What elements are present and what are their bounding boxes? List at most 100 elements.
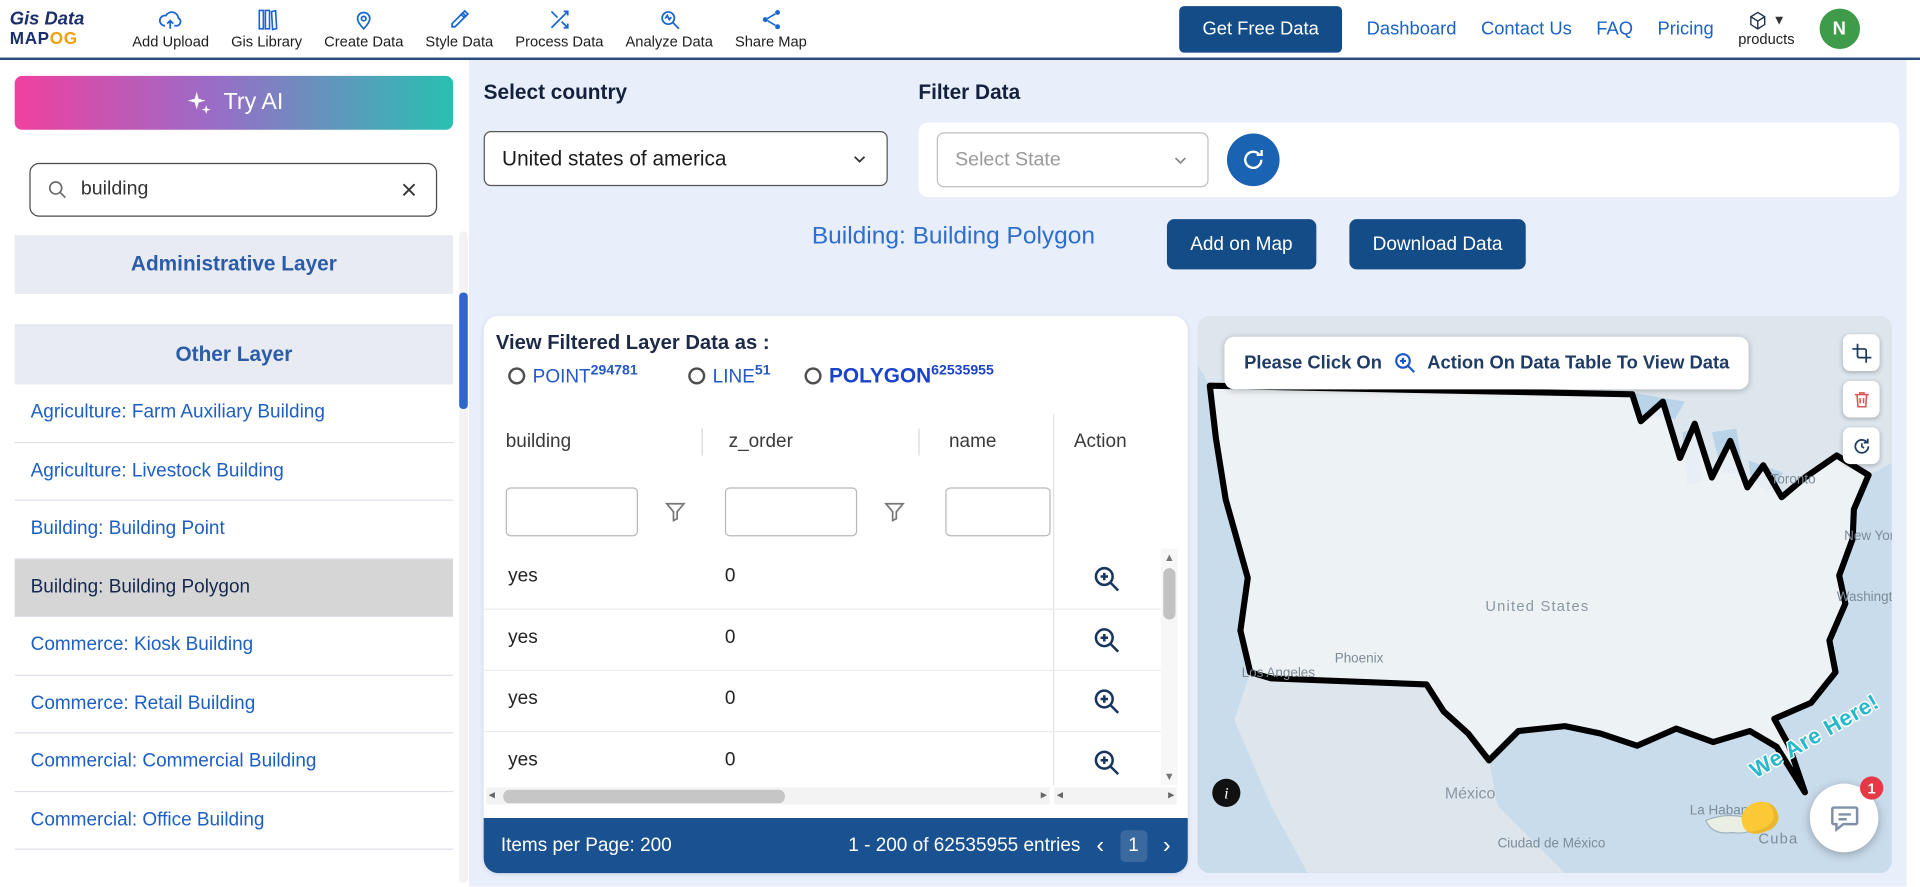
- radio-circle[interactable]: [804, 367, 822, 385]
- prev-page-icon[interactable]: ‹: [1096, 834, 1104, 857]
- download-data-button[interactable]: Download Data: [1349, 219, 1526, 270]
- radio-count: 62535955: [931, 363, 994, 379]
- history-icon: [1853, 438, 1869, 454]
- usa-outline-map: [1197, 315, 1892, 874]
- layer-item-farm-auxiliary[interactable]: Agriculture: Farm Auxiliary Building: [14, 384, 454, 443]
- selected-layer-title: Building: Building Polygon: [811, 222, 1096, 250]
- crop-map-button[interactable]: [1842, 334, 1880, 372]
- column-name: name: [948, 431, 997, 452]
- nav-link-pricing[interactable]: Pricing: [1658, 18, 1714, 39]
- radio-point[interactable]: POINT294781: [508, 364, 638, 389]
- filter-data-label: Filter Data: [918, 80, 1021, 105]
- table-horizontal-scrollbar[interactable]: ◂ ▸: [486, 787, 1050, 805]
- brush-icon: [451, 9, 470, 28]
- map-canvas[interactable]: Toronto United States Phoenix Los Angele…: [1197, 315, 1892, 874]
- refresh-icon: [1244, 149, 1263, 169]
- filter-input-z-order[interactable]: [724, 487, 858, 537]
- table-body: yes 0 yes 0 yes 0 yes 0: [483, 549, 1161, 785]
- nav-link-dashboard[interactable]: Dashboard: [1367, 18, 1457, 39]
- scroll-left-icon[interactable]: ◂: [1057, 787, 1063, 804]
- logo-line1: Gis Data: [9, 8, 85, 30]
- radio-circle[interactable]: [688, 367, 706, 385]
- try-ai-button[interactable]: Try AI: [14, 75, 454, 130]
- map-label-country: United States: [1485, 597, 1590, 615]
- history-button[interactable]: [1842, 427, 1880, 465]
- main-content: Select country United states of america …: [468, 60, 1907, 887]
- filter-input-building[interactable]: [505, 487, 638, 537]
- layer-item-building-point[interactable]: Building: Building Point: [14, 500, 454, 559]
- layer-item-livestock[interactable]: Agriculture: Livestock Building: [14, 442, 454, 501]
- horizontal-scrollbar-thumb[interactable]: [503, 789, 785, 803]
- logo-map: MAP: [9, 28, 50, 48]
- clear-search-icon[interactable]: [398, 179, 420, 201]
- nav-label: Create Data: [324, 33, 404, 51]
- upload-icon: [159, 11, 182, 29]
- scroll-up-icon[interactable]: ▲: [1161, 551, 1178, 563]
- scroll-left-icon[interactable]: ◂: [489, 787, 495, 804]
- layer-item-commercial[interactable]: Commercial: Commercial Building: [14, 733, 454, 792]
- nav-link-contact-us[interactable]: Contact Us: [1481, 18, 1572, 39]
- items-per-page-label: Items per Page: 200: [500, 834, 672, 856]
- cell-building: yes: [508, 626, 538, 648]
- try-ai-label: Try AI: [223, 89, 284, 116]
- zoom-to-feature-icon[interactable]: [1091, 563, 1123, 595]
- layer-sidebar: Try AI Administrative Layer Other Layer …: [0, 60, 469, 887]
- trash-icon: [1854, 391, 1869, 407]
- products-menu[interactable]: ▼ products: [1738, 10, 1795, 48]
- vertical-scrollbar-thumb[interactable]: [1163, 568, 1176, 620]
- layer-item-retail[interactable]: Commerce: Retail Building: [14, 675, 454, 734]
- notice-text-post: Action On Data Table To View Data: [1427, 352, 1730, 374]
- filter-funnel-icon[interactable]: [662, 498, 688, 524]
- products-label: products: [1738, 30, 1795, 48]
- radio-polygon[interactable]: POLYGON62535955: [804, 363, 994, 389]
- delete-layer-button[interactable]: [1842, 380, 1880, 418]
- map-label-country: México: [1444, 783, 1496, 803]
- scroll-right-icon[interactable]: ▸: [1041, 787, 1047, 804]
- nav-link-faq[interactable]: FAQ: [1596, 18, 1633, 39]
- nav-item-create-data[interactable]: Create Data: [324, 7, 403, 50]
- radio-line[interactable]: LINE51: [688, 364, 771, 389]
- layer-item-office[interactable]: Commercial: Office Building: [14, 791, 454, 850]
- nav-item-share-map[interactable]: Share Map: [735, 7, 807, 50]
- table-footer: Items per Page: 200 1 - 200 of 62535955 …: [483, 817, 1188, 874]
- add-on-map-button[interactable]: Add on Map: [1166, 219, 1316, 270]
- layer-item-kiosk[interactable]: Commerce: Kiosk Building: [14, 617, 454, 676]
- layer-search-input[interactable]: [80, 178, 386, 201]
- action-horizontal-scrollbar[interactable]: ◂ ▸: [1054, 787, 1177, 805]
- scroll-down-icon[interactable]: ▼: [1161, 770, 1178, 782]
- layer-item-building-polygon[interactable]: Building: Building Polygon: [14, 558, 454, 618]
- scroll-right-icon[interactable]: ▸: [1168, 787, 1174, 804]
- app-logo[interactable]: Gis Data MAPOG: [10, 10, 123, 47]
- nav-item-gis-library[interactable]: Gis Library: [231, 7, 302, 50]
- library-icon: [258, 9, 278, 31]
- current-page[interactable]: 1: [1120, 829, 1147, 862]
- get-free-data-button[interactable]: Get Free Data: [1179, 5, 1343, 53]
- zoom-plus-icon: [1394, 353, 1415, 373]
- zoom-to-feature-icon[interactable]: [1091, 624, 1123, 656]
- sidebar-scrollbar[interactable]: [459, 231, 468, 883]
- nav-item-analyze-data[interactable]: Analyze Data: [626, 7, 713, 50]
- map-info-button[interactable]: i: [1212, 778, 1241, 807]
- app-root: Gis Data MAPOG Add Upload Gis Library Cr…: [0, 0, 1920, 887]
- filter-funnel-icon[interactable]: [882, 498, 908, 524]
- zoom-to-feature-icon[interactable]: [1091, 747, 1123, 779]
- refresh-button[interactable]: [1226, 133, 1280, 187]
- sidebar-scrollbar-thumb[interactable]: [459, 292, 468, 409]
- map-label-city: Phoenix: [1334, 651, 1384, 667]
- filter-input-name[interactable]: [945, 487, 1051, 537]
- user-avatar[interactable]: N: [1819, 8, 1860, 49]
- country-select[interactable]: United states of america: [483, 131, 888, 187]
- radio-circle[interactable]: [508, 367, 526, 385]
- header-divider: [918, 428, 920, 456]
- nav-item-process-data[interactable]: Process Data: [515, 7, 603, 50]
- zoom-to-feature-icon[interactable]: [1091, 686, 1123, 718]
- radio-label: POINT: [532, 366, 591, 388]
- next-page-icon[interactable]: ›: [1163, 834, 1171, 857]
- map-label-city: New York: [1844, 528, 1892, 544]
- table-vertical-scrollbar[interactable]: ▲ ▼: [1160, 548, 1178, 785]
- map-label-city: Washington: [1836, 590, 1892, 605]
- nav-item-style-data[interactable]: Style Data: [425, 7, 493, 50]
- nav-item-add-upload[interactable]: Add Upload: [132, 7, 209, 50]
- state-select[interactable]: Select State: [936, 132, 1209, 188]
- column-action: Action: [1073, 431, 1127, 452]
